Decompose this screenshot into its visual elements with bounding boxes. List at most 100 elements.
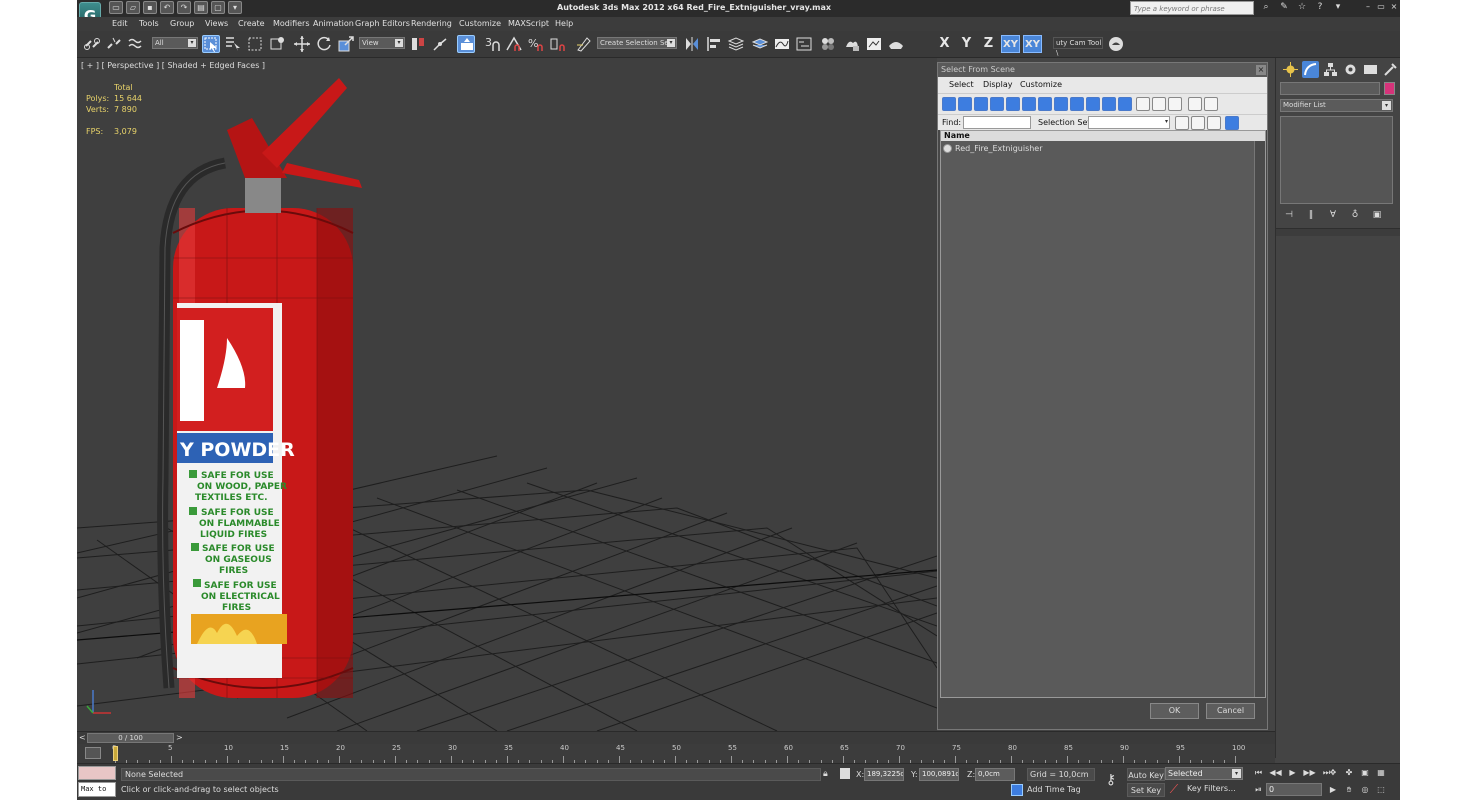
menu-graph-editors[interactable]: Graph Editors	[355, 19, 410, 28]
time-prev-button[interactable]: <	[79, 733, 86, 742]
filter-options-icon[interactable]	[1204, 97, 1218, 111]
teapot-render-icon[interactable]	[1107, 35, 1125, 53]
schematic-view-icon[interactable]	[795, 35, 813, 53]
current-frame-input[interactable]: 0	[1266, 783, 1322, 796]
object-list[interactable]: Name Red_Fire_Extniguisher	[940, 130, 1266, 698]
list-scrollbar[interactable]	[1254, 141, 1265, 697]
mirror-icon[interactable]	[683, 35, 701, 53]
select-all-icon[interactable]	[1175, 116, 1189, 130]
curve-editor-icon[interactable]	[773, 35, 791, 53]
display-helpers-icon[interactable]	[1006, 97, 1020, 111]
set-key-button[interactable]: Set Key	[1127, 783, 1165, 797]
help-icon[interactable]: ?	[1313, 1, 1327, 14]
hierarchy-tab-icon[interactable]	[1322, 61, 1339, 78]
time-next-button[interactable]: >	[176, 733, 183, 742]
rectangular-selection-icon[interactable]	[246, 35, 264, 53]
display-shapes-icon[interactable]	[958, 97, 972, 111]
column-header-name[interactable]: Name	[941, 131, 1265, 141]
restrict-to-xy-plane-button[interactable]: XY	[1023, 35, 1042, 53]
menu-customize[interactable]: Customize	[459, 19, 501, 28]
select-and-scale-icon[interactable]	[337, 35, 355, 53]
lock-selection-icon[interactable]: 🔒︎	[823, 769, 828, 779]
hold-icon[interactable]: ▤	[194, 1, 208, 14]
time-tag-icon[interactable]	[1011, 784, 1023, 796]
pin-stack-icon[interactable]: ⊣	[1282, 209, 1296, 221]
dialog-menu-select[interactable]: Select	[949, 80, 974, 89]
display-xrefs-icon[interactable]	[1054, 97, 1068, 111]
zoom-extents-all-icon[interactable]: ▦	[1375, 766, 1387, 779]
chevron-down-icon[interactable]: ▾	[228, 1, 242, 14]
align-icon[interactable]	[705, 35, 723, 53]
modify-tab-icon[interactable]	[1302, 60, 1319, 78]
filter-icon[interactable]	[1188, 97, 1202, 111]
select-none-icon[interactable]	[1191, 116, 1205, 130]
previous-frame-icon[interactable]: ◀◀	[1269, 766, 1282, 779]
restrict-to-x-button[interactable]: X	[935, 35, 954, 53]
undo-icon[interactable]: ↶	[160, 1, 174, 14]
rendered-frame-window-icon[interactable]	[865, 35, 883, 53]
select-and-rotate-icon[interactable]	[315, 35, 333, 53]
save-file-icon[interactable]: ▪	[143, 1, 157, 14]
modifier-stack[interactable]	[1280, 116, 1393, 204]
z-coord-input[interactable]: 0,0cm	[975, 768, 1015, 781]
close-icon[interactable]: ×	[1389, 2, 1399, 12]
ok-button[interactable]: OK	[1150, 703, 1199, 719]
new-file-icon[interactable]: ▭	[109, 1, 123, 14]
remove-modifier-icon[interactable]: ♁	[1348, 209, 1362, 221]
restrict-to-xy-button[interactable]: XY	[1001, 35, 1020, 53]
dialog-menu-display[interactable]: Display	[983, 80, 1013, 89]
display-none-icon[interactable]	[1152, 97, 1166, 111]
minimize-icon[interactable]: –	[1363, 2, 1373, 12]
bind-to-space-warp-icon[interactable]	[127, 35, 145, 53]
display-groups-icon[interactable]	[1038, 97, 1052, 111]
display-invert-icon[interactable]	[1168, 97, 1182, 111]
selection-set-dropdown[interactable]: ▾	[1088, 116, 1170, 129]
play-icon[interactable]: ▶	[1286, 766, 1299, 779]
display-tab-icon[interactable]	[1362, 61, 1379, 78]
menu-create[interactable]: Create	[238, 19, 265, 28]
go-to-start-icon[interactable]: ⏮	[1252, 766, 1265, 779]
configure-modifier-sets-icon[interactable]: ▣	[1370, 209, 1384, 221]
pan-icon[interactable]: ✋︎	[1343, 783, 1355, 796]
spinner-snap-toggle-icon[interactable]	[549, 35, 567, 53]
tools-icon[interactable]: ✎	[1277, 1, 1291, 14]
select-by-name-icon[interactable]	[224, 35, 242, 53]
menu-animation[interactable]: Animation	[313, 19, 354, 28]
utilities-tab-icon[interactable]	[1382, 61, 1399, 78]
menu-rendering[interactable]: Rendering	[411, 19, 452, 28]
field-of-view-icon[interactable]: ▶	[1327, 783, 1339, 796]
orbit-icon[interactable]: ◎	[1359, 783, 1371, 796]
display-lights-icon[interactable]	[974, 97, 988, 111]
menu-maxscript[interactable]: MAXScript	[508, 19, 549, 28]
perspective-viewport[interactable]: Y POWDER SAFE FOR USE ON WOOD, PAPER TEX…	[77, 58, 937, 731]
find-input[interactable]	[963, 116, 1031, 129]
graphite-modeling-tools-icon[interactable]	[751, 35, 769, 53]
show-end-result-icon[interactable]: ‖	[1304, 209, 1318, 221]
render-production-icon[interactable]	[887, 35, 905, 53]
menu-modifiers[interactable]: Modifiers	[273, 19, 310, 28]
set-keys-icon[interactable]: ⚷	[1102, 772, 1120, 788]
select-object-icon[interactable]	[202, 35, 220, 53]
display-all-icon[interactable]	[1136, 97, 1150, 111]
object-color-swatch[interactable]	[1384, 82, 1395, 95]
next-frame-icon[interactable]: ▶▶	[1303, 766, 1316, 779]
create-tab-icon[interactable]	[1282, 61, 1299, 78]
object-name-input[interactable]	[1280, 82, 1380, 95]
zoom-icon[interactable]: ✥	[1327, 766, 1339, 779]
display-frozen-icon[interactable]	[1102, 97, 1116, 111]
named-selection-set-dropdown[interactable]: Create Selection Se ▾	[597, 37, 677, 49]
transform-mode-icon[interactable]	[840, 768, 850, 779]
display-hidden-icon[interactable]	[1118, 97, 1132, 111]
key-filters-button[interactable]: Key Filters...	[1187, 784, 1236, 793]
percent-snap-toggle-icon[interactable]: %	[527, 35, 545, 53]
select-invert-icon[interactable]	[1207, 116, 1221, 130]
track-bar[interactable]: 0510152025303540455055606570758085909510…	[77, 744, 1275, 763]
snaps-toggle-icon[interactable]: 3	[483, 35, 501, 53]
menu-views[interactable]: Views	[205, 19, 228, 28]
menu-edit[interactable]: Edit	[112, 19, 128, 28]
key-filter-icon[interactable]: ⟋	[1167, 783, 1181, 796]
x-coord-input[interactable]: 189,3225c	[864, 768, 904, 781]
window-crossing-icon[interactable]	[268, 35, 286, 53]
keyboard-shortcut-override-icon[interactable]	[457, 35, 475, 53]
motion-tab-icon[interactable]	[1342, 61, 1359, 78]
